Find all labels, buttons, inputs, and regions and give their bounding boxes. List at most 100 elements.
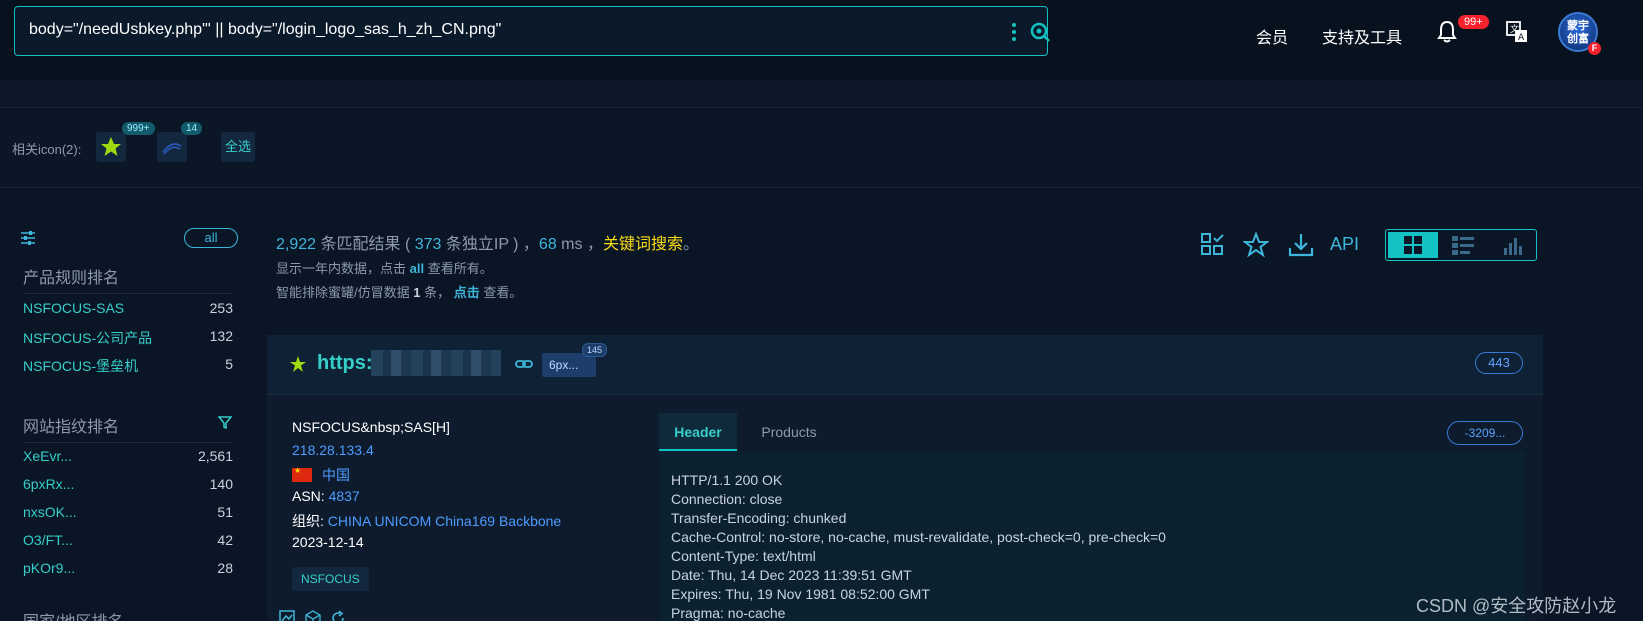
summary-text: 条独立IP ) ， bbox=[441, 236, 539, 253]
batch-select-icon[interactable] bbox=[1200, 232, 1226, 258]
country-link[interactable]: 中国 bbox=[322, 467, 350, 483]
product-tag[interactable]: NSFOCUS bbox=[292, 567, 369, 591]
divider bbox=[23, 442, 233, 443]
filter-icon[interactable] bbox=[218, 415, 232, 429]
list-icon bbox=[1452, 236, 1474, 255]
nav-member[interactable]: 会员 bbox=[1256, 24, 1288, 48]
ip-address[interactable]: 218.28.133.4 bbox=[292, 442, 374, 458]
screenshot-icon[interactable] bbox=[279, 610, 295, 621]
brand-logo-icon bbox=[162, 143, 182, 155]
notice-text: 查看。 bbox=[479, 285, 523, 300]
header-line: Transfer-Encoding: chunked bbox=[671, 510, 847, 526]
list-view-button[interactable] bbox=[1438, 232, 1488, 258]
keyword-search-link[interactable]: 关键词搜索 bbox=[603, 236, 683, 253]
icon-count-badge: 999+ bbox=[122, 122, 155, 135]
view-mode-toggle bbox=[1385, 229, 1537, 261]
result-card: https: 6px... 145 443 NSFOCUS&nbsp;SAS[H… bbox=[267, 335, 1543, 621]
list-item[interactable]: NSFOCUS-公司产品 132 bbox=[23, 328, 233, 348]
nav-support-tools[interactable]: 支持及工具 bbox=[1322, 24, 1402, 48]
list-item[interactable]: XeEvr... 2,561 bbox=[23, 448, 233, 464]
bell-icon[interactable] bbox=[1436, 20, 1458, 44]
related-icon-logo[interactable]: 14 bbox=[157, 122, 203, 162]
refresh-icon[interactable] bbox=[330, 610, 346, 621]
header-line: Content-Type: text/html bbox=[671, 548, 816, 564]
item-name: NSFOCUS-SAS bbox=[23, 300, 125, 316]
chip-label: 6px... bbox=[549, 358, 579, 372]
item-count: 140 bbox=[209, 476, 233, 492]
select-all-button[interactable]: 全选 bbox=[221, 132, 255, 162]
tab-header[interactable]: Header bbox=[659, 413, 737, 451]
http-header-pane: HTTP/1.1 200 OK Connection: close Transf… bbox=[659, 451, 1525, 621]
related-icon-star[interactable]: 999+ bbox=[96, 122, 155, 162]
cube-icon[interactable] bbox=[305, 610, 321, 621]
match-count: 2,922 bbox=[276, 236, 317, 253]
header-line: Pragma: no-cache bbox=[671, 605, 786, 621]
grid-icon bbox=[1404, 236, 1422, 254]
icon-hash-button[interactable]: -3209... bbox=[1447, 421, 1523, 445]
fingerprint-ranking-title: 网站指纹排名 bbox=[23, 419, 120, 436]
grid-view-button[interactable] bbox=[1388, 232, 1438, 258]
translate-icon[interactable]: 文 A bbox=[1506, 21, 1528, 43]
update-date: 2023-12-14 bbox=[292, 534, 364, 550]
notice-text: 查看所有。 bbox=[424, 261, 493, 276]
result-url-link[interactable]: https: bbox=[317, 352, 373, 375]
header-line: HTTP/1.1 200 OK bbox=[671, 472, 783, 488]
item-count: 5 bbox=[225, 356, 233, 372]
chip-count: 145 bbox=[582, 343, 608, 357]
search-input[interactable]: body="/needUsbkey.php"' || body="/login_… bbox=[29, 21, 501, 39]
tab-products[interactable]: Products bbox=[749, 413, 829, 451]
click-view-link[interactable]: 点击 bbox=[454, 285, 480, 300]
list-item[interactable]: NSFOCUS-堡垒机 5 bbox=[23, 356, 233, 376]
item-count: 253 bbox=[209, 300, 233, 316]
asn-link[interactable]: 4837 bbox=[329, 488, 360, 504]
org-link[interactable]: CHINA UNICOM China169 Backbone bbox=[328, 513, 561, 529]
api-button[interactable]: API bbox=[1330, 234, 1359, 255]
country-ranking-title: 国家/地区排名 bbox=[23, 608, 123, 621]
view-all-link[interactable]: all bbox=[410, 261, 424, 276]
result-card-header: https: 6px... 145 443 bbox=[267, 335, 1543, 395]
query-time: 68 bbox=[538, 236, 557, 253]
list-item[interactable]: nxsOK... 51 bbox=[23, 504, 233, 520]
notice-text: 显示一年内数据，点击 bbox=[276, 261, 410, 276]
country-row[interactable]: 中国 bbox=[292, 465, 350, 485]
item-name: nxsOK... bbox=[23, 504, 77, 520]
port-badge[interactable]: 443 bbox=[1475, 352, 1523, 374]
related-icons-label: 相关icon(2): bbox=[12, 142, 82, 157]
china-flag-icon bbox=[292, 466, 312, 482]
one-year-notice: 显示一年内数据，点击 all 查看所有。 bbox=[276, 258, 493, 277]
all-toggle[interactable]: all bbox=[184, 228, 238, 248]
list-item[interactable]: 6pxRx... 140 bbox=[23, 476, 233, 492]
search-icon[interactable] bbox=[1029, 21, 1051, 43]
redacted-host bbox=[371, 350, 501, 376]
notification-badge: 99+ bbox=[1458, 15, 1489, 29]
download-icon[interactable] bbox=[1288, 232, 1314, 258]
item-count: 42 bbox=[217, 532, 233, 548]
list-item[interactable]: NSFOCUS-SAS 253 bbox=[23, 300, 233, 316]
stats-view-button[interactable] bbox=[1486, 232, 1536, 258]
org-label: 组织: bbox=[292, 513, 328, 529]
ip-link[interactable]: 218.28.133.4 bbox=[292, 442, 374, 458]
detail-tabs: Header Products bbox=[659, 413, 1525, 451]
more-options-icon[interactable] bbox=[1011, 23, 1017, 43]
ip-count: 373 bbox=[414, 236, 442, 253]
user-avatar[interactable]: 蒙宇 创富 F bbox=[1558, 12, 1601, 55]
item-name: 6pxRx... bbox=[23, 476, 75, 492]
asn-row: ASN: 4837 bbox=[292, 488, 360, 504]
link-icon[interactable] bbox=[515, 357, 533, 371]
csdn-watermark: CSDN @安全攻防赵小龙 bbox=[1416, 596, 1617, 616]
spacer-band bbox=[0, 80, 1643, 108]
favorite-star-icon[interactable] bbox=[1243, 232, 1269, 258]
summary-text: 。 bbox=[682, 236, 699, 253]
item-count: 132 bbox=[209, 328, 233, 344]
summary-text: 条匹配结果 ( bbox=[316, 236, 415, 253]
org-row: 组织: CHINA UNICOM China169 Backbone bbox=[292, 511, 561, 531]
list-item[interactable]: O3/FT... 42 bbox=[23, 532, 233, 548]
divider bbox=[23, 293, 233, 294]
avatar-level-badge: F bbox=[1588, 42, 1601, 55]
list-item[interactable]: pKOr9... 28 bbox=[23, 560, 233, 576]
filter-settings-icon[interactable] bbox=[20, 230, 36, 246]
fingerprint-chip[interactable]: 6px... 145 bbox=[542, 343, 608, 377]
search-box[interactable]: body="/needUsbkey.php"' || body="/login_… bbox=[14, 6, 1051, 56]
results-summary: 2,922 条匹配结果 ( 373 条独立IP ) ，68 ms ，关键词搜索。 bbox=[276, 230, 699, 254]
summary-text: ms ， bbox=[556, 236, 603, 253]
